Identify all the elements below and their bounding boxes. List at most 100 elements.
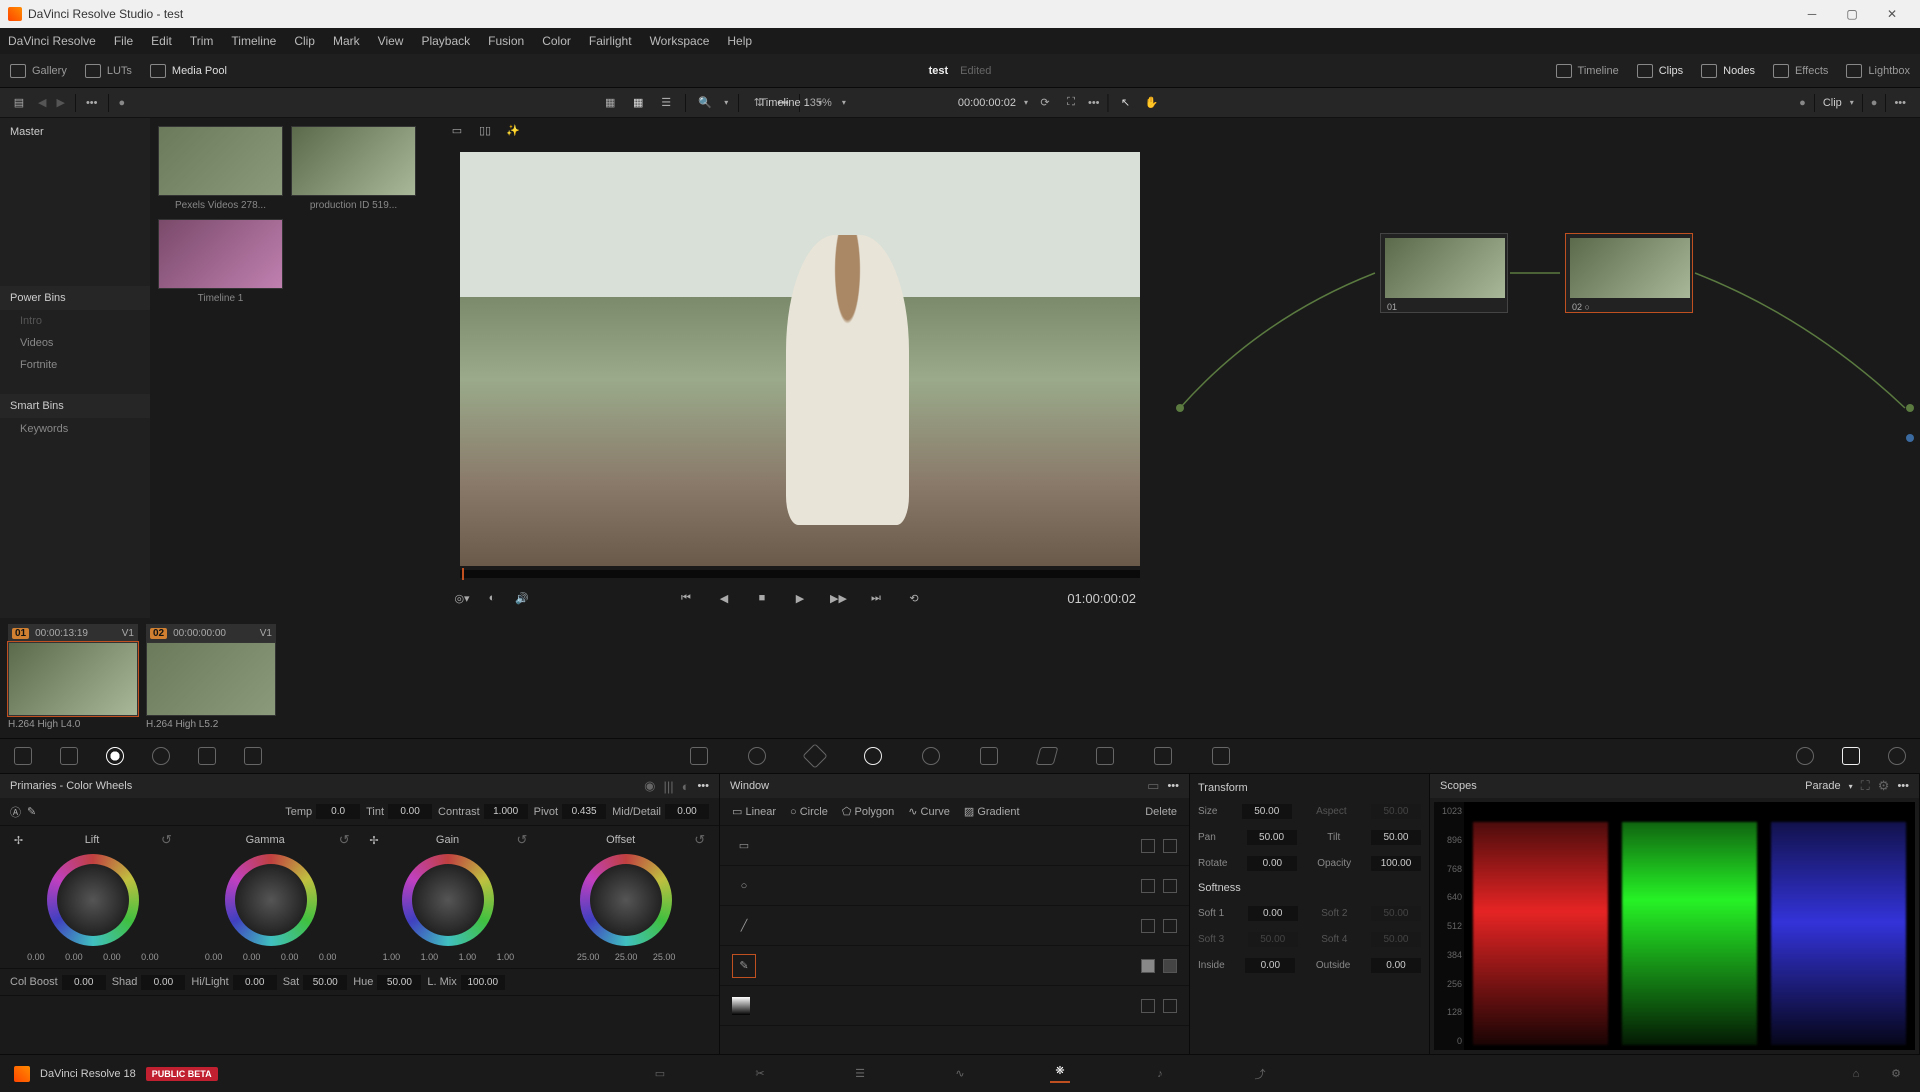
mediapool-toggle[interactable]: Media Pool <box>150 64 227 78</box>
search-icon[interactable]: 🔍 <box>696 95 714 111</box>
clip-thumb-01[interactable]: 0100:00:13:19V1 H.264 High L4.0 <box>8 624 138 732</box>
menu-fusion[interactable]: Fusion <box>488 34 524 48</box>
menu-view[interactable]: View <box>378 34 404 48</box>
pointer-icon[interactable]: ↖ <box>1117 95 1135 111</box>
window-preset-icon[interactable]: ▭ <box>1147 778 1159 794</box>
keyframe-icon[interactable] <box>1796 747 1814 765</box>
gallery-toggle[interactable]: Gallery <box>10 64 67 78</box>
maximize-button[interactable]: ▢ <box>1832 2 1872 26</box>
pan-input[interactable] <box>1247 830 1297 845</box>
viewer-scrubber[interactable] <box>460 570 1140 578</box>
size-input[interactable] <box>1242 804 1292 819</box>
shape-row-pen[interactable]: ✎ <box>720 946 1189 986</box>
record-dot-2[interactable]: ● <box>1799 97 1806 109</box>
mute-icon[interactable]: 🔊 <box>514 592 530 605</box>
bin-fortnite[interactable]: Fortnite <box>0 354 150 376</box>
gain-reset-icon[interactable]: ↺ <box>516 832 527 848</box>
node-graph[interactable]: 01 02 ○ <box>1160 118 1920 618</box>
menu-color[interactable]: Color <box>542 34 571 48</box>
picker-icon[interactable]: ✎ <box>27 805 36 818</box>
scopes-expand-icon[interactable]: ⛶ <box>1861 778 1870 794</box>
minimize-button[interactable]: ─ <box>1792 2 1832 26</box>
info-icon[interactable] <box>1888 747 1906 765</box>
step-back-icon[interactable]: ◀ <box>716 592 732 605</box>
scopes-settings-icon[interactable]: ⚙ <box>1878 778 1890 794</box>
menu-file[interactable]: File <box>114 34 133 48</box>
menu-trim[interactable]: Trim <box>190 34 214 48</box>
shape-delete-btn[interactable]: Delete <box>1145 806 1177 818</box>
clips-toggle[interactable]: Clips <box>1637 64 1683 78</box>
outside-input[interactable] <box>1371 958 1421 973</box>
shad-input[interactable] <box>141 975 185 990</box>
gain-wheel[interactable] <box>402 854 494 946</box>
qualifier-icon[interactable] <box>802 743 827 768</box>
color-match-icon[interactable] <box>60 747 78 765</box>
smart-bins-header[interactable]: Smart Bins <box>0 394 150 418</box>
inside-input[interactable] <box>1245 958 1295 973</box>
tint-input[interactable] <box>388 804 432 819</box>
step-fwd-icon[interactable]: ▶▶ <box>830 592 846 605</box>
grid-small-icon[interactable]: ▦ <box>601 95 619 111</box>
3d-icon[interactable] <box>1212 747 1230 765</box>
menu-workspace[interactable]: Workspace <box>650 34 710 48</box>
list-icon[interactable]: ☰ <box>657 95 675 111</box>
media-thumb-1[interactable]: Pexels Videos 278... <box>158 126 283 211</box>
offset-wheel[interactable] <box>580 854 672 946</box>
warper-icon[interactable] <box>748 747 766 765</box>
media-thumb-3[interactable]: Timeline 1 <box>158 219 283 304</box>
shape-linear-btn[interactable]: ▭ Linear <box>732 805 776 818</box>
effects-toggle[interactable]: Effects <box>1773 64 1828 78</box>
shape-gradient-btn[interactable]: ▨ Gradient <box>964 805 1020 818</box>
menu-davinci[interactable]: DaVinci Resolve <box>8 34 96 48</box>
scopes-mode[interactable]: Parade <box>1805 780 1840 792</box>
lift-reset-icon[interactable]: ↺ <box>161 832 172 848</box>
sizing-icon[interactable] <box>1154 747 1172 765</box>
wheels-mode2-icon[interactable]: ||| <box>663 779 673 794</box>
wheels-mode1-icon[interactable]: ◉ <box>644 778 655 794</box>
wheels-mode3-icon[interactable]: ◐ <box>682 779 690 794</box>
master-timecode[interactable]: 00:00:00:02 <box>958 97 1016 109</box>
magic-mask-icon[interactable] <box>980 747 998 765</box>
viewer-color-icon[interactable]: ◐ <box>484 592 500 605</box>
shape-circle-btn[interactable]: ○ Circle <box>790 806 828 818</box>
shape-row-line[interactable]: ╱ <box>720 906 1189 946</box>
gamma-wheel[interactable] <box>225 854 317 946</box>
lmix-input[interactable] <box>461 975 505 990</box>
expand-icon[interactable]: ⛶ <box>1062 95 1080 111</box>
timeline-toggle[interactable]: Timeline <box>1556 64 1619 78</box>
menu-clip[interactable]: Clip <box>294 34 315 48</box>
record-dot[interactable]: ● <box>119 97 126 109</box>
curves-icon[interactable] <box>690 747 708 765</box>
blur-icon[interactable] <box>1036 747 1059 765</box>
menu-mark[interactable]: Mark <box>333 34 360 48</box>
nodes-toggle[interactable]: Nodes <box>1701 64 1755 78</box>
clip-thumb-02[interactable]: 0200:00:00:00V1 H.264 High L5.2 <box>146 624 276 732</box>
colboost-input[interactable] <box>62 975 106 990</box>
bin-videos[interactable]: Videos <box>0 332 150 354</box>
node-01[interactable]: 01 <box>1380 233 1508 313</box>
bin-intro[interactable]: Intro <box>0 310 150 332</box>
loop-icon[interactable]: ⟳ <box>1036 95 1054 111</box>
sat-input[interactable] <box>303 975 347 990</box>
menu-playback[interactable]: Playback <box>421 34 470 48</box>
record-dot-3[interactable]: ● <box>1871 97 1878 109</box>
clip-mode[interactable]: Clip <box>1823 97 1842 109</box>
hilight-input[interactable] <box>233 975 277 990</box>
gamma-reset-icon[interactable]: ↺ <box>339 832 350 848</box>
opacity-input[interactable] <box>1371 856 1421 871</box>
goto-end-icon[interactable]: ⏭ <box>868 592 884 605</box>
tilt-input[interactable] <box>1371 830 1421 845</box>
motion-icon[interactable] <box>244 747 262 765</box>
grid-large-icon[interactable]: ▦ <box>629 95 647 111</box>
viewer-hl-icon[interactable]: ▭ <box>448 122 466 138</box>
rotate-input[interactable] <box>1247 856 1297 871</box>
shape-polygon-btn[interactable]: ⬠ Polygon <box>842 805 894 818</box>
shape-row-grad[interactable] <box>720 986 1189 1026</box>
loop-toggle-icon[interactable]: ⟲ <box>906 592 922 605</box>
tracking-icon[interactable] <box>922 747 940 765</box>
shape-curve-btn[interactable]: ∿ Curve <box>908 805 950 818</box>
view-mode-icon[interactable]: ▤ <box>10 95 28 111</box>
auto-balance-icon[interactable]: Ⓐ <box>10 804 21 820</box>
gain-ywheel-icon[interactable]: ✢ <box>369 834 378 847</box>
bin-keywords[interactable]: Keywords <box>0 418 150 440</box>
